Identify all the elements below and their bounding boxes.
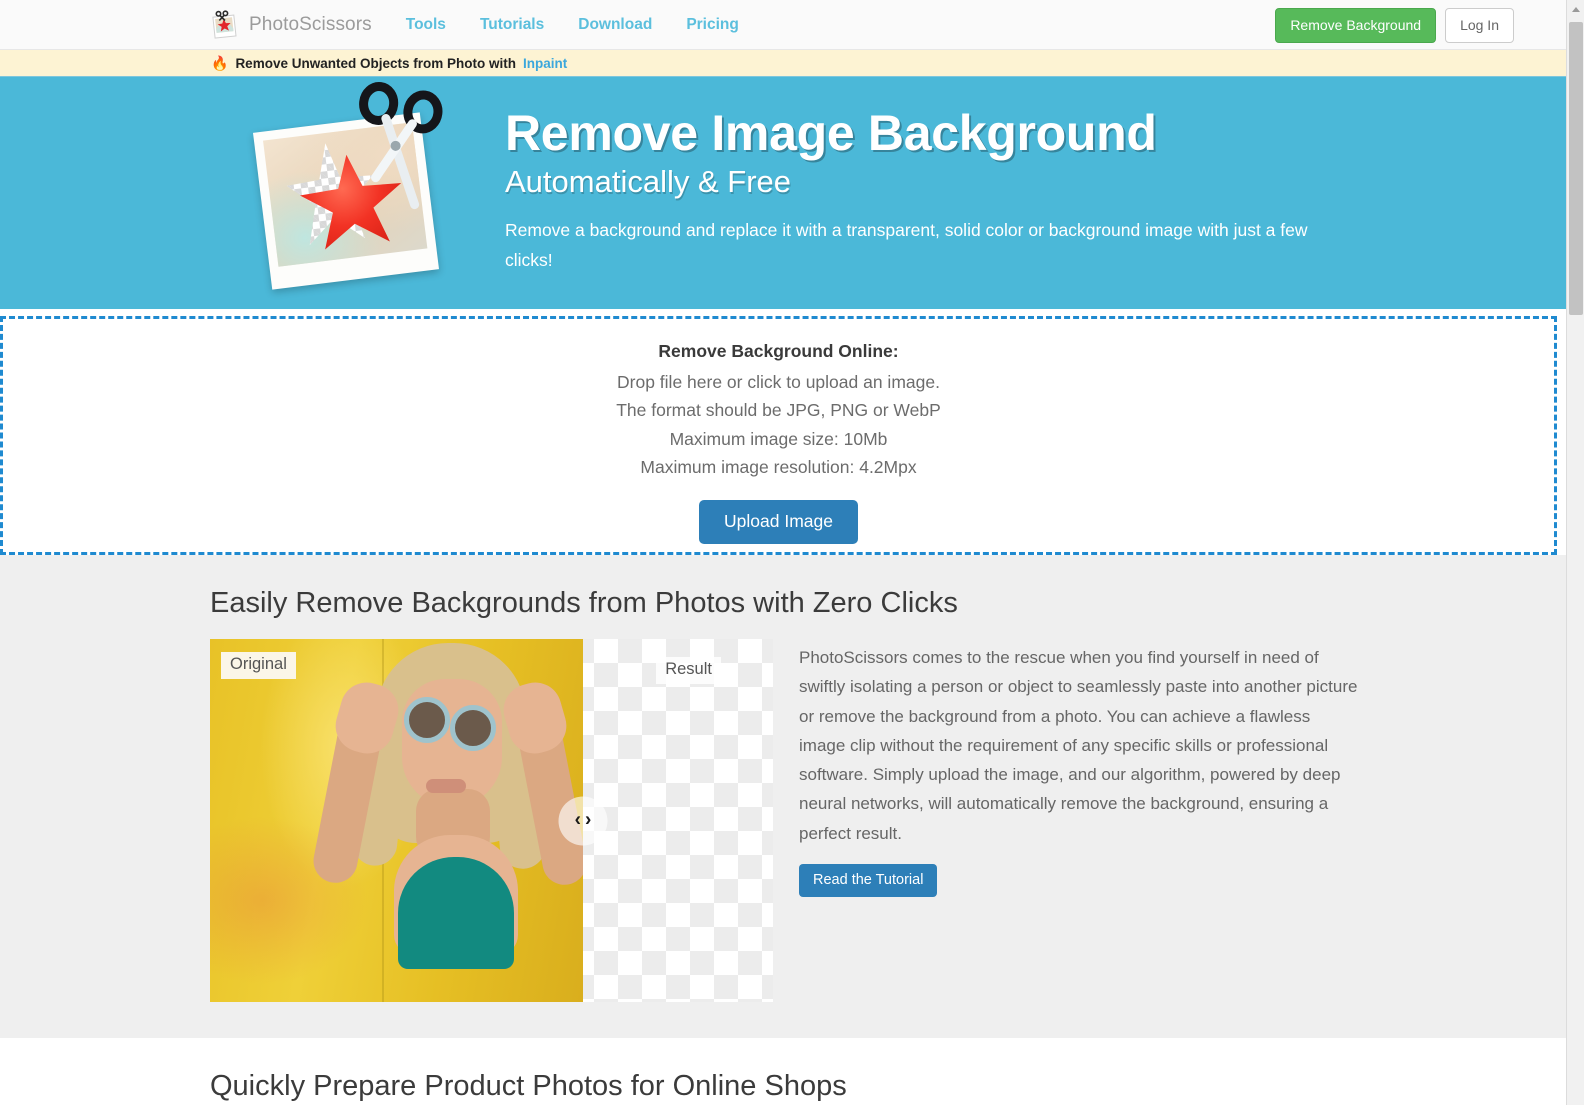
- hero-section: Remove Image Background Automatically & …: [0, 77, 1566, 309]
- section-title-product-photos: Quickly Prepare Product Photos for Onlin…: [210, 1070, 847, 1103]
- comparison-slider-handle[interactable]: ‹ ›: [558, 796, 608, 846]
- chevron-left-icon: ‹: [574, 809, 581, 831]
- nav-item-download[interactable]: Download: [578, 16, 652, 34]
- upload-image-button[interactable]: Upload Image: [699, 500, 858, 544]
- result-label-badge: Result: [656, 657, 721, 685]
- section-paragraph-zero-clicks: PhotoScissors comes to the rescue when y…: [799, 648, 1358, 843]
- section-text-zero-clicks: PhotoScissors comes to the rescue when y…: [799, 639, 1360, 898]
- original-image-pane: Original: [210, 639, 583, 1003]
- original-label-badge: Original: [221, 652, 296, 680]
- chevron-right-icon: ›: [585, 809, 592, 831]
- upload-dropzone[interactable]: Remove Background Online: Drop file here…: [0, 316, 1557, 555]
- section-title-zero-clicks: Easily Remove Backgrounds from Photos wi…: [210, 587, 958, 619]
- remove-background-button[interactable]: Remove Background: [1275, 8, 1437, 43]
- hero-title: Remove Image Background: [505, 105, 1157, 162]
- hero-illustration: [250, 81, 450, 301]
- page-content: PhotoScissors Tools Tutorials Download P…: [0, 0, 1566, 1105]
- feature-section-product-photos: Quickly Prepare Product Photos for Onlin…: [0, 1038, 1566, 1105]
- inpaint-link[interactable]: Inpaint: [523, 56, 567, 71]
- log-in-button[interactable]: Log In: [1445, 8, 1514, 43]
- promo-banner: 🔥 Remove Unwanted Objects from Photo wit…: [0, 50, 1566, 77]
- dropzone-hint-max-resolution: Maximum image resolution: 4.2Mpx: [640, 457, 917, 478]
- dropzone-hint-max-size: Maximum image size: 10Mb: [669, 428, 888, 449]
- page-scrollbar[interactable]: [1566, 0, 1584, 1105]
- flame-icon: 🔥: [211, 55, 229, 71]
- model-subject-original: [298, 639, 583, 1002]
- primary-nav-links: Tools Tutorials Download Pricing: [406, 16, 739, 34]
- hero-subtitle: Automatically & Free: [505, 164, 791, 200]
- promo-text: Remove Unwanted Objects from Photo with: [235, 55, 516, 71]
- dropzone-title: Remove Background Online:: [658, 341, 899, 361]
- nav-item-pricing[interactable]: Pricing: [686, 16, 739, 34]
- nav-actions: Remove Background Log In: [1275, 8, 1514, 43]
- scissors-icon: [359, 81, 443, 209]
- feature-section-zero-clicks: Easily Remove Backgrounds from Photos wi…: [0, 555, 1566, 1039]
- brand-logo-link[interactable]: PhotoScissors: [210, 9, 372, 40]
- read-the-tutorial-button[interactable]: Read the Tutorial: [799, 863, 938, 898]
- hero-description: Remove a background and replace it with …: [505, 219, 1308, 270]
- photo-scissors-logo-icon: [210, 9, 240, 40]
- scrollbar-thumb[interactable]: [1569, 22, 1583, 315]
- dropzone-hint-format: The format should be JPG, PNG or WebP: [616, 400, 941, 421]
- browser-viewport: PhotoScissors Tools Tutorials Download P…: [0, 0, 1584, 1105]
- hero-copy: Remove Image Background Automatically & …: [505, 105, 1315, 280]
- nav-item-tools[interactable]: Tools: [406, 16, 446, 34]
- top-navigation-bar: PhotoScissors Tools Tutorials Download P…: [0, 0, 1566, 50]
- before-after-comparison-slider[interactable]: Original Result ‹ ›: [210, 639, 773, 1003]
- dropzone-hint-drop: Drop file here or click to upload an ima…: [617, 372, 940, 392]
- nav-item-tutorials[interactable]: Tutorials: [480, 16, 544, 34]
- scroll-up-arrow-icon[interactable]: [1567, 0, 1584, 18]
- brand-name: PhotoScissors: [249, 13, 372, 35]
